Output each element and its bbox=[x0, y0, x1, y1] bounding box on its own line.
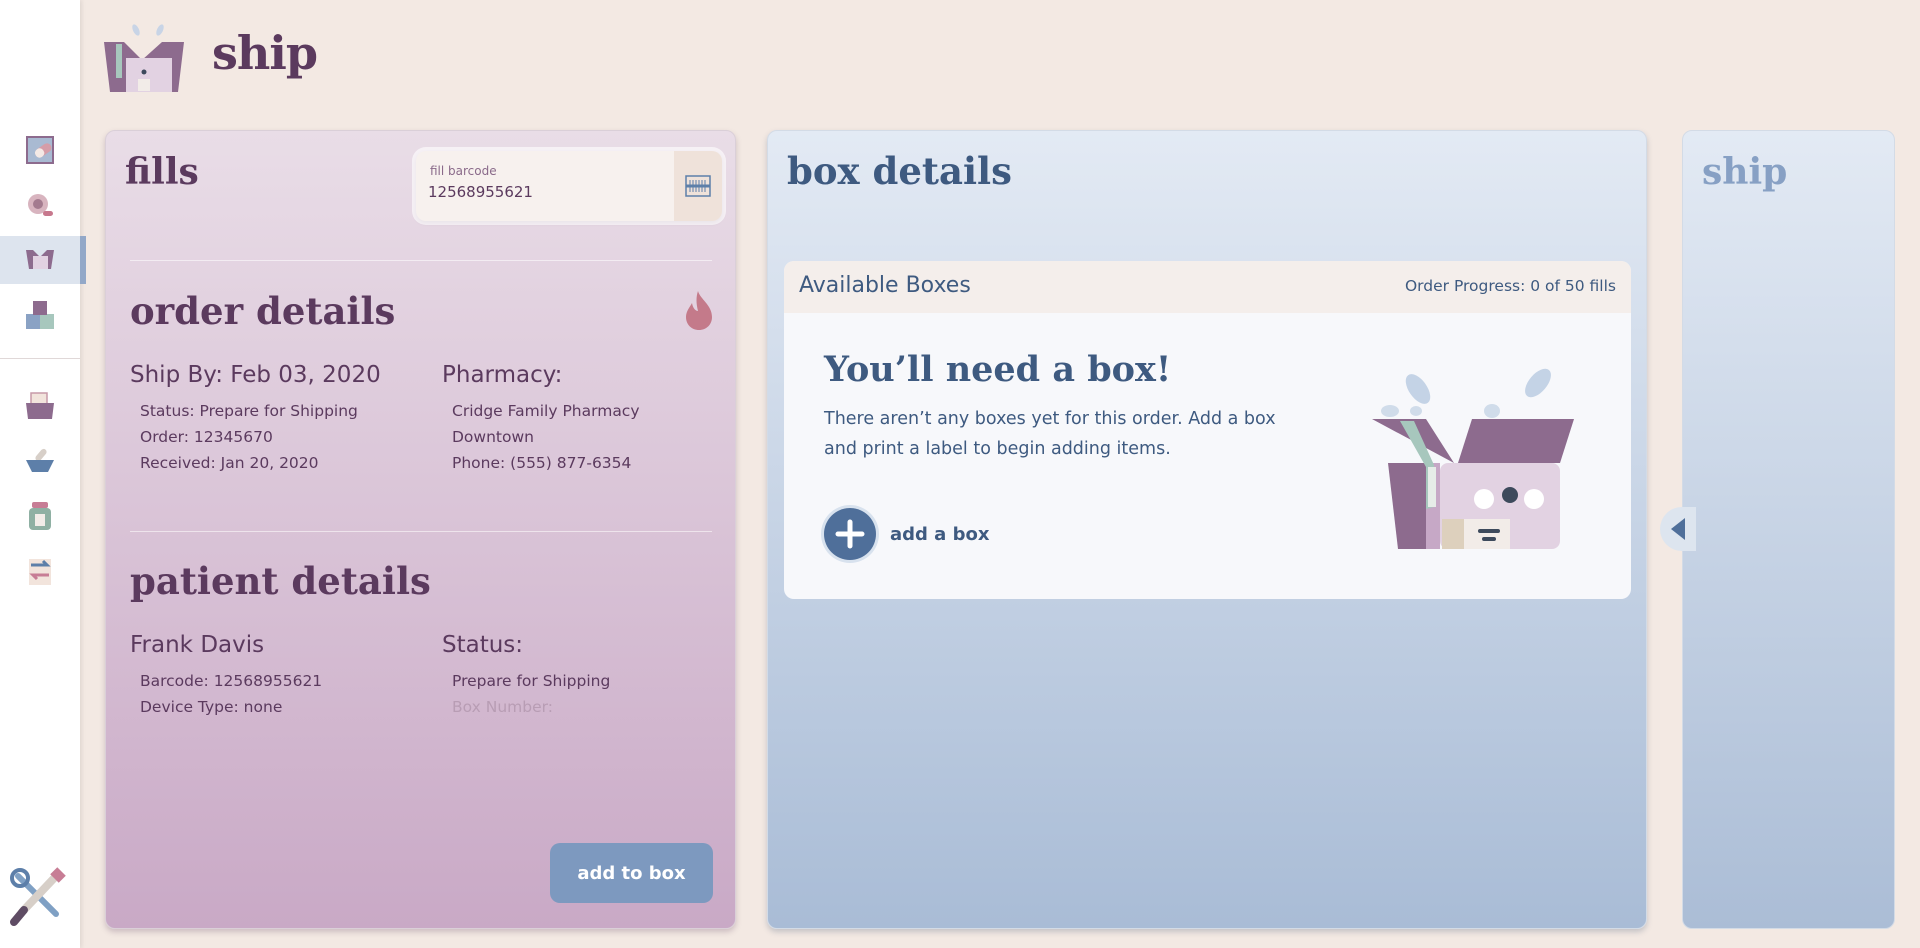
patient-barcode: Barcode: 12568955621 bbox=[140, 672, 323, 690]
sidebar bbox=[0, 0, 86, 948]
ship-by: Ship By: Feb 03, 2020 bbox=[130, 362, 381, 388]
app-title: ship bbox=[212, 26, 318, 80]
barcode-label: fill barcode bbox=[430, 164, 497, 178]
nav-ship-icon[interactable] bbox=[0, 236, 86, 284]
add-a-box-label: add a box bbox=[890, 523, 990, 545]
empty-box-illustration bbox=[1370, 359, 1580, 559]
box-details-panel: box details Available Boxes Order Progre… bbox=[767, 130, 1647, 929]
pharmacy-location: Downtown bbox=[452, 428, 534, 446]
scan-barcode-button[interactable] bbox=[674, 151, 722, 221]
app-logo bbox=[102, 22, 186, 102]
available-boxes-title: Available Boxes bbox=[799, 273, 971, 298]
nav-transfer-icon[interactable] bbox=[0, 547, 86, 595]
order-progress: Order Progress: 0 of 50 fills bbox=[1404, 277, 1616, 295]
pharmacy-name: Cridge Family Pharmacy bbox=[452, 402, 640, 420]
nav-folder-icon[interactable] bbox=[0, 382, 86, 430]
divider bbox=[130, 260, 712, 261]
nav-mortar-icon[interactable] bbox=[0, 437, 86, 485]
available-boxes-card: Available Boxes Order Progress: 0 of 50 … bbox=[784, 261, 1631, 599]
patient-details-title: patient details bbox=[130, 559, 431, 603]
tools-icon[interactable] bbox=[8, 866, 68, 932]
nav-bottle-icon[interactable] bbox=[0, 492, 86, 540]
box-details-title: box details bbox=[787, 149, 1012, 193]
order-number: Order: 12345670 bbox=[140, 428, 273, 446]
barcode-field[interactable]: fill barcode bbox=[416, 151, 722, 221]
order-status: Status: Prepare for Shipping bbox=[140, 402, 358, 420]
nav-search-icon[interactable] bbox=[0, 181, 86, 229]
box-number: Box Number: bbox=[452, 698, 553, 716]
nav-divider bbox=[0, 358, 80, 359]
barcode-input[interactable] bbox=[428, 183, 658, 201]
patient-status: Prepare for Shipping bbox=[452, 672, 611, 690]
barcode-scan-icon bbox=[685, 175, 711, 197]
fills-panel: fills fill barcode order details Ship By… bbox=[105, 130, 736, 929]
order-received: Received: Jan 20, 2020 bbox=[140, 454, 319, 472]
chevron-left-icon bbox=[1671, 518, 1685, 540]
ship-panel: ship bbox=[1682, 130, 1895, 929]
collapse-panel-button[interactable] bbox=[1660, 507, 1696, 551]
patient-device-type: Device Type: none bbox=[140, 698, 283, 716]
add-a-box-button[interactable]: add a box bbox=[824, 508, 989, 560]
order-details-title: order details bbox=[130, 289, 396, 333]
pharmacy-phone: Phone: (555) 877-6354 bbox=[452, 454, 632, 472]
pharmacy-heading: Pharmacy: bbox=[442, 362, 563, 388]
nav-boxes-icon[interactable] bbox=[0, 291, 86, 339]
nav-fill-icon[interactable] bbox=[0, 126, 86, 174]
divider bbox=[130, 531, 712, 532]
plus-icon bbox=[824, 508, 876, 560]
fills-title: fills bbox=[125, 151, 199, 193]
patient-status-heading: Status: bbox=[442, 632, 524, 658]
available-boxes-header: Available Boxes Order Progress: 0 of 50 … bbox=[784, 261, 1631, 313]
ship-panel-title: ship bbox=[1702, 151, 1788, 193]
empty-state-title: You’ll need a box! bbox=[824, 349, 1172, 390]
add-to-box-button[interactable]: add to box bbox=[550, 843, 713, 903]
priority-flame-icon bbox=[682, 289, 716, 335]
empty-state-text: There aren’t any boxes yet for this orde… bbox=[824, 409, 1276, 459]
patient-name: Frank Davis bbox=[130, 632, 265, 658]
